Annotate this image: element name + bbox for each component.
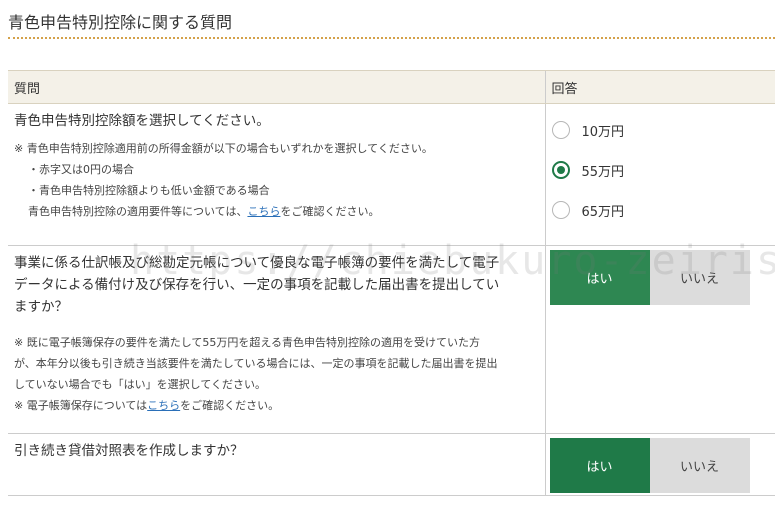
q3-no-button[interactable]: いいえ	[649, 438, 750, 493]
q1-note-line2-pre: 青色申告特別控除の適用要件等については、	[28, 205, 248, 218]
title-divider	[8, 37, 775, 39]
option-label: 55万円	[581, 164, 625, 180]
q3-question-cell: 引き続き貸借対照表を作成しますか？	[8, 433, 545, 496]
q3-text: 引き続き貸借対照表を作成しますか？	[14, 443, 244, 459]
q1-note-line2-post: をご確認ください。	[280, 205, 380, 218]
q2-yes-button[interactable]: はい	[549, 250, 650, 305]
q1-note-line2: 青色申告特別控除の適用要件等については、こちらをご確認ください。	[14, 201, 539, 222]
option-label: 65万円	[581, 204, 625, 220]
q2-note-line1: ※ 既に電子帳簿保存の要件を満たして55万円を超える青色申告特別控除の適用を受け…	[14, 336, 498, 391]
table-row: 事業に係る仕訳帳及び総勘定元帳について優良な電子帳簿の要件を満たして電子データに…	[8, 245, 775, 434]
header-answer: 回答	[544, 70, 775, 104]
radio-button[interactable]	[551, 121, 570, 139]
q2-note-line2-post: をご確認ください。	[180, 399, 280, 412]
q1-note: ※ 青色申告特別控除適用前の所得金額が以下の場合もいずれかを選択してください。 …	[14, 138, 539, 222]
q1-question-cell: 青色申告特別控除額を選択してください。 ※ 青色申告特別控除適用前の所得金額が以…	[8, 103, 545, 246]
radio-button-checked[interactable]	[551, 161, 570, 179]
header-question: 質問	[8, 70, 545, 104]
q1-note-line1: ※ 青色申告特別控除適用前の所得金額が以下の場合もいずれかを選択してください。	[14, 142, 433, 155]
q2-note-line2-pre: ※ 電子帳簿保存については	[14, 399, 148, 412]
q1-option-55man[interactable]: 55万円	[546, 150, 775, 190]
q1-option-65man[interactable]: 65万円	[546, 190, 775, 230]
q2-question-cell: 事業に係る仕訳帳及び総勘定元帳について優良な電子帳簿の要件を満たして電子データに…	[8, 245, 545, 434]
q3-yes-button[interactable]: はい	[549, 438, 650, 493]
q2-no-button[interactable]: いいえ	[649, 250, 750, 305]
q3-yes-no-toggle: はい いいえ	[546, 434, 775, 493]
q1-note-bullet2: ・青色申告特別控除額よりも低い金額である場合	[28, 184, 270, 197]
radio-button[interactable]	[551, 201, 570, 219]
q1-text: 青色申告特別控除額を選択してください。	[14, 113, 270, 129]
q2-yes-no-toggle: はい いいえ	[546, 246, 775, 305]
q3-answer-cell: はい いいえ	[544, 433, 775, 496]
q2-note: ※ 既に電子帳簿保存の要件を満たして55万円を超える青色申告特別控除の適用を受け…	[14, 332, 539, 416]
section-title: 青色申告特別控除に関する質問	[8, 13, 233, 32]
option-label: 10万円	[581, 124, 625, 140]
q2-answer-cell: はい いいえ	[544, 245, 775, 434]
q2-note-line2: ※ 電子帳簿保存についてはこちらをご確認ください。	[14, 399, 279, 412]
q1-answer-cell: 10万円 55万円 65万円	[544, 103, 775, 246]
q1-note-bullet1: ・赤字又は0円の場合	[28, 163, 134, 176]
q2-text: 事業に係る仕訳帳及び総勘定元帳について優良な電子帳簿の要件を満たして電子データに…	[14, 255, 500, 315]
q2-kochira-link[interactable]: こちら	[147, 399, 180, 412]
q1-option-10man[interactable]: 10万円	[546, 110, 775, 150]
table-row: 引き続き貸借対照表を作成しますか？ はい いいえ	[8, 433, 775, 496]
table-header-row: 質問 回答	[8, 70, 775, 104]
question-table: 質問 回答 青色申告特別控除額を選択してください。 ※ 青色申告特別控除適用前の…	[8, 70, 775, 496]
q1-kochira-link[interactable]: こちら	[247, 205, 280, 218]
table-row: 青色申告特別控除額を選択してください。 ※ 青色申告特別控除適用前の所得金額が以…	[8, 103, 775, 246]
